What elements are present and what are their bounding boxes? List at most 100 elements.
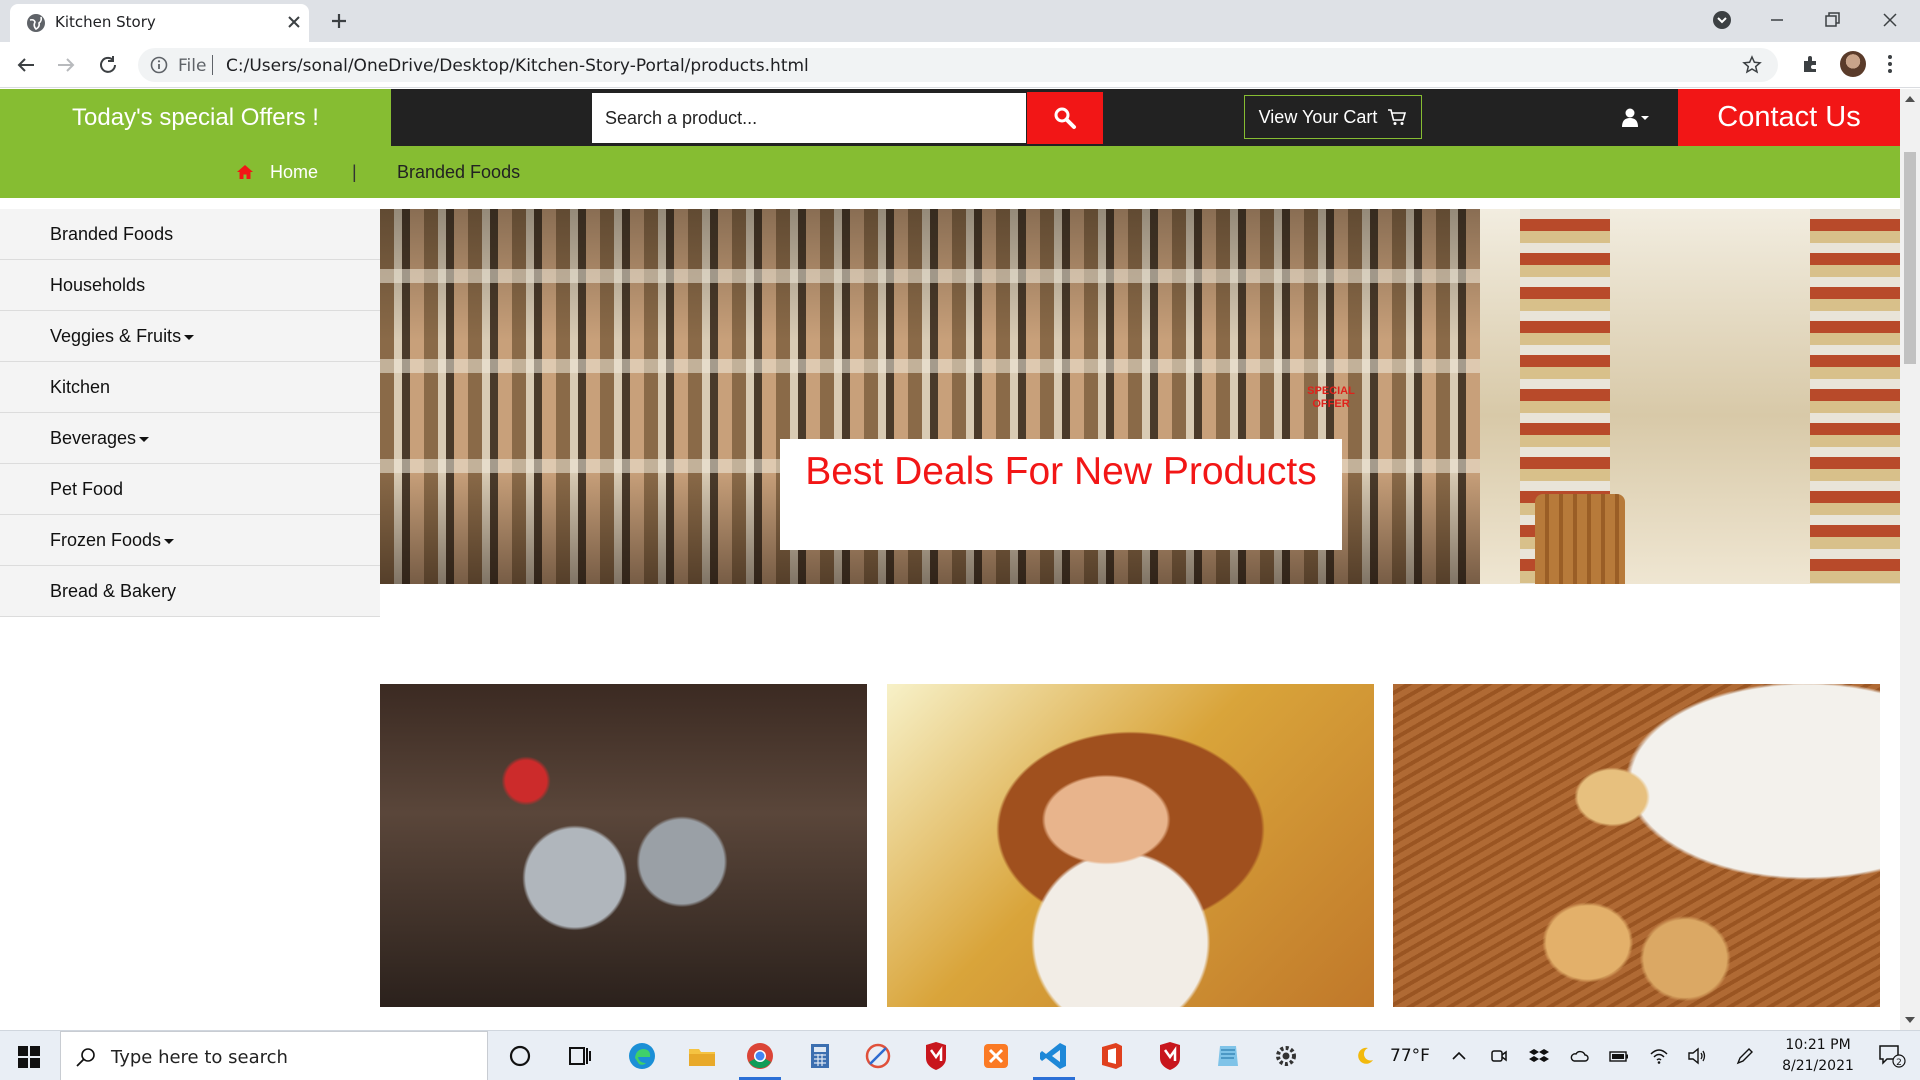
home-icon[interactable] <box>236 164 254 180</box>
notepad-icon[interactable] <box>1212 1040 1244 1072</box>
sidebar-item-frozen-foods[interactable]: Frozen Foods <box>0 515 380 566</box>
reload-icon[interactable] <box>96 53 120 77</box>
weather-moon-icon[interactable] <box>1355 1046 1375 1066</box>
best-deals-headline: Best Deals For New Products <box>780 439 1342 550</box>
forward-arrow-icon[interactable] <box>54 53 78 77</box>
view-cart-button[interactable]: View Your Cart <box>1244 95 1422 139</box>
close-window-icon[interactable] <box>1878 8 1902 32</box>
taskbar-clock[interactable]: 10:21 PM 8/21/2021 <box>1770 1035 1866 1077</box>
file-explorer-icon[interactable] <box>686 1040 718 1072</box>
scheme-label: File <box>178 56 207 76</box>
taskbar-search-box[interactable]: Type here to search <box>60 1031 488 1080</box>
info-icon[interactable] <box>150 56 168 74</box>
page-scrollbar[interactable] <box>1900 89 1920 1030</box>
nav-link-branded-foods[interactable]: Branded Foods <box>397 162 520 183</box>
minimize-icon[interactable] <box>1765 8 1789 32</box>
page-viewport: Today's special Offers ! View Your Cart … <box>0 89 1900 1030</box>
wifi-icon[interactable] <box>1649 1046 1669 1066</box>
back-arrow-icon[interactable] <box>14 53 38 77</box>
chrome-browser-icon[interactable] <box>744 1040 776 1072</box>
browser-tab-strip: Kitchen Story <box>0 0 1920 42</box>
snip-sketch-icon[interactable] <box>862 1040 894 1072</box>
office-icon[interactable] <box>1096 1040 1128 1072</box>
clock-time: 10:21 PM <box>1785 1037 1851 1053</box>
caret-down-icon <box>164 539 175 544</box>
sidebar-item-label: Households <box>50 274 146 295</box>
contact-us-button[interactable]: Contact Us <box>1678 89 1900 146</box>
sidebar-item-veggies-fruits[interactable]: Veggies & Fruits <box>0 311 380 362</box>
browser-toolbar: File C:/Users/sonal/OneDrive/Desktop/Kit… <box>0 42 1920 88</box>
edge-browser-icon[interactable] <box>626 1040 658 1072</box>
calculator-icon[interactable] <box>804 1040 836 1072</box>
close-tab-icon[interactable] <box>285 13 303 31</box>
windows-taskbar: Type here to search 77°F 10:21 PM 8/21/2… <box>0 1030 1920 1080</box>
sidebar-item-label: Kitchen <box>50 376 111 397</box>
show-hidden-icons-chevron-icon[interactable] <box>1449 1046 1469 1066</box>
scroll-up-arrow-icon[interactable] <box>1905 95 1915 103</box>
woman-portrait-image[interactable] <box>887 684 1374 1007</box>
meet-now-icon[interactable] <box>1489 1046 1509 1066</box>
sidebar-item-label: Branded Foods <box>50 223 174 244</box>
notification-count: 2 <box>1896 1058 1902 1068</box>
sidebar-item-beverages[interactable]: Beverages <box>0 413 380 464</box>
restore-icon[interactable] <box>1820 8 1844 32</box>
cart-icon <box>1388 109 1407 125</box>
search-icon <box>1054 107 1076 129</box>
mcafee-shield-icon[interactable] <box>920 1040 952 1072</box>
address-bar[interactable]: File C:/Users/sonal/OneDrive/Desktop/Kit… <box>138 48 1778 82</box>
sidebar-item-label: Frozen Foods <box>50 529 162 550</box>
special-offer-badge: SPECIAL OFFER <box>1307 385 1355 410</box>
xampp-icon[interactable] <box>980 1040 1012 1072</box>
cookies-image[interactable] <box>1393 684 1880 1007</box>
pen-ink-workspace-icon[interactable] <box>1735 1046 1755 1066</box>
aisle-shelf <box>1810 209 1900 584</box>
extensions-puzzle-icon[interactable] <box>1800 53 1822 75</box>
caret-down-icon <box>184 335 195 340</box>
scroll-down-arrow-icon[interactable] <box>1905 1016 1915 1024</box>
sidebar-item-bread-bakery[interactable]: Bread & Bakery <box>0 566 380 617</box>
clock-date: 8/21/2021 <box>1782 1058 1854 1074</box>
user-account-icon[interactable] <box>1621 107 1651 129</box>
volume-speaker-icon[interactable] <box>1687 1046 1707 1066</box>
new-tab-icon[interactable] <box>327 9 351 33</box>
globe-icon <box>27 14 45 32</box>
sidebar-item-label: Veggies & Fruits <box>50 325 182 346</box>
sidebar-item-label: Bread & Bakery <box>50 580 177 601</box>
mcafee-security-icon[interactable] <box>1154 1040 1186 1072</box>
sidebar-item-households[interactable]: Households <box>0 260 380 311</box>
taskbar-search-placeholder: Type here to search <box>111 1047 288 1068</box>
search-button[interactable] <box>1027 92 1103 144</box>
tab-title: Kitchen Story <box>55 13 156 31</box>
sidebar-item-branded-foods[interactable]: Branded Foods <box>0 209 380 260</box>
special-offers-banner[interactable]: Today's special Offers ! <box>0 89 391 146</box>
main-nav-bar: Home | Branded Foods <box>0 146 1900 198</box>
notification-center-icon[interactable]: 2 <box>1878 1044 1906 1068</box>
browser-tab[interactable]: Kitchen Story <box>10 4 309 42</box>
bookmark-star-icon[interactable] <box>1742 55 1762 75</box>
dropbox-icon[interactable] <box>1529 1046 1549 1066</box>
scroll-thumb[interactable] <box>1904 152 1916 364</box>
sidebar-item-label: Pet Food <box>50 478 124 499</box>
kitchen-dishes-image[interactable] <box>380 684 867 1007</box>
nav-separator: | <box>352 162 357 182</box>
profile-avatar[interactable] <box>1840 51 1866 77</box>
sidebar-item-pet-food[interactable]: Pet Food <box>0 464 380 515</box>
product-search-input[interactable] <box>592 93 1026 143</box>
sidebar-item-kitchen[interactable]: Kitchen <box>0 362 380 413</box>
task-view-icon[interactable] <box>564 1040 596 1072</box>
address-divider <box>212 55 213 75</box>
nav-link-home[interactable]: Home <box>270 162 318 183</box>
category-sidebar: Branded Foods Households Veggies & Fruit… <box>0 209 380 617</box>
shelf-strip <box>380 269 1480 283</box>
onedrive-cloud-icon[interactable] <box>1569 1046 1589 1066</box>
url-text[interactable]: C:/Users/sonal/OneDrive/Desktop/Kitchen-… <box>226 56 809 76</box>
cortana-icon[interactable] <box>504 1040 536 1072</box>
caret-down-icon <box>139 437 150 442</box>
weather-temperature[interactable]: 77°F <box>1390 1046 1430 1066</box>
settings-gear-icon[interactable] <box>1270 1040 1302 1072</box>
more-menu-icon[interactable] <box>1886 53 1894 75</box>
tab-search-icon[interactable] <box>1710 8 1734 32</box>
windows-start-icon[interactable] <box>18 1046 40 1068</box>
vscode-icon[interactable] <box>1038 1040 1070 1072</box>
battery-icon[interactable] <box>1609 1046 1629 1066</box>
